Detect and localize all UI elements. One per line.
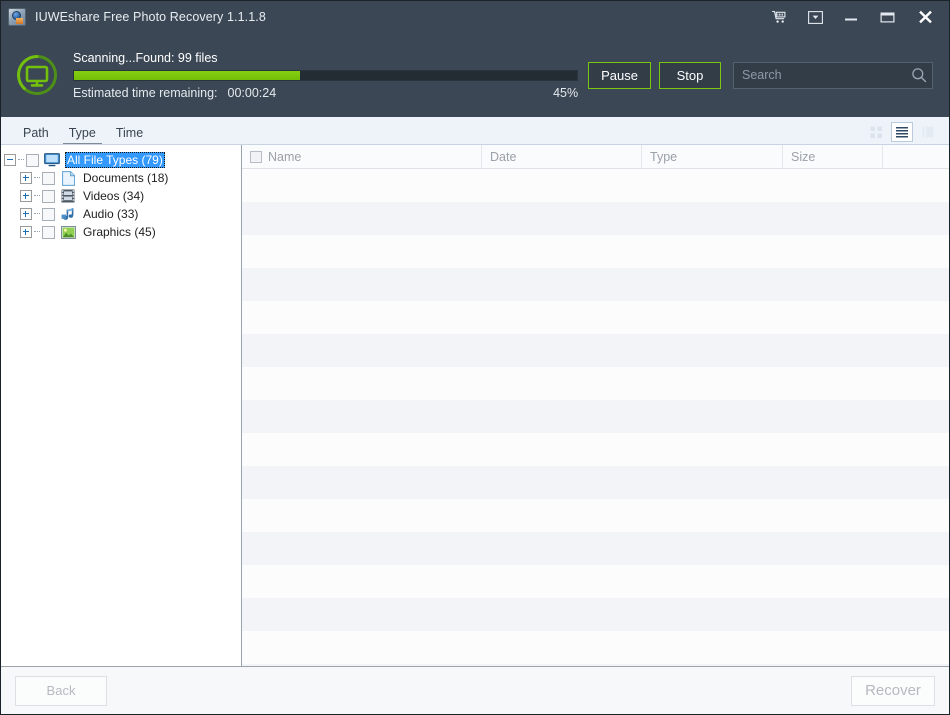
column-header-name-label: Name	[268, 149, 302, 164]
estimated-time-remaining: Estimated time remaining: 00:00:24	[73, 86, 276, 100]
window-controls	[761, 1, 949, 33]
scan-status-text: Scanning...Found: 99 files	[73, 50, 218, 65]
file-list-row[interactable]	[242, 301, 949, 334]
scanning-monitor-icon	[15, 53, 59, 97]
file-list-row[interactable]	[242, 367, 949, 400]
tab-type[interactable]: Type	[59, 126, 106, 144]
title-bar: IUWEshare Free Photo Recovery 1.1.1.8	[1, 1, 949, 33]
file-list-row[interactable]	[242, 334, 949, 367]
tree-item-audio[interactable]: Audio (33)	[1, 205, 241, 223]
tree-item-all-file-types[interactable]: All File Types (79)	[1, 151, 241, 169]
tree-connector	[18, 159, 24, 161]
file-list-row[interactable]	[242, 235, 949, 268]
column-header-name[interactable]: Name	[242, 145, 482, 168]
expand-expander-icon[interactable]	[20, 226, 32, 238]
file-list-body[interactable]	[242, 169, 949, 666]
tree-item-videos[interactable]: Videos (34)	[1, 187, 241, 205]
video-icon	[60, 189, 76, 204]
column-header-type[interactable]: Type	[642, 145, 783, 168]
file-list-row[interactable]	[242, 169, 949, 202]
application-window: IUWEshare Free Photo Recovery 1.1.1.8 Sc…	[0, 0, 950, 715]
footer-bar: Back Recover	[1, 666, 949, 714]
document-icon	[60, 170, 76, 186]
expand-expander-icon[interactable]	[20, 190, 32, 202]
file-list-row[interactable]	[242, 565, 949, 598]
thumbnail-view-icon[interactable]	[865, 122, 887, 142]
tree-item-graphics[interactable]: Graphics (45)	[1, 223, 241, 241]
column-header-filler	[883, 145, 949, 168]
tree-connector	[34, 231, 40, 233]
collapse-expander-icon[interactable]	[4, 154, 16, 166]
detail-view-icon[interactable]	[917, 122, 939, 142]
file-type-tree: All File Types (79) Documents (18) Video…	[1, 145, 242, 666]
graphics-icon	[60, 225, 76, 240]
computer-icon	[44, 153, 60, 168]
dropdown-box-icon[interactable]	[797, 1, 833, 33]
tab-path[interactable]: Path	[13, 126, 59, 144]
select-all-checkbox[interactable]	[250, 150, 262, 163]
tree-checkbox-audio[interactable]	[42, 207, 55, 221]
file-list-row[interactable]	[242, 598, 949, 631]
column-header-size[interactable]: Size	[783, 145, 883, 168]
file-list-row[interactable]	[242, 466, 949, 499]
view-tab-bar: Path Type Time	[1, 117, 949, 145]
tree-label-audio: Audio (33)	[83, 207, 139, 221]
scan-status-panel: Scanning...Found: 99 files Estimated tim…	[1, 33, 949, 117]
eta-label: Estimated time remaining:	[73, 85, 218, 100]
file-list-row[interactable]	[242, 433, 949, 466]
search-input[interactable]	[734, 62, 906, 88]
stop-button[interactable]: Stop	[659, 61, 721, 89]
file-list-row[interactable]	[242, 532, 949, 565]
file-list-panel: Name Date Type Size	[242, 145, 949, 666]
file-list-row[interactable]	[242, 499, 949, 532]
maximize-icon[interactable]	[869, 1, 905, 33]
file-list-header: Name Date Type Size	[242, 145, 949, 169]
search-icon[interactable]	[906, 63, 932, 88]
search-box[interactable]	[733, 61, 933, 89]
tree-item-documents[interactable]: Documents (18)	[1, 169, 241, 187]
file-list-row[interactable]	[242, 664, 949, 666]
view-mode-buttons	[865, 122, 949, 144]
cart-icon[interactable]	[761, 1, 797, 33]
minimize-icon[interactable]	[833, 1, 869, 33]
tree-connector	[34, 213, 40, 215]
file-list-row[interactable]	[242, 202, 949, 235]
tree-connector	[34, 195, 40, 197]
file-list-row[interactable]	[242, 268, 949, 301]
tree-connector	[34, 177, 40, 179]
recover-button[interactable]: Recover	[851, 675, 935, 706]
scan-info: Scanning...Found: 99 files Estimated tim…	[73, 50, 579, 100]
close-icon[interactable]	[905, 1, 945, 33]
scan-percent-label: 45%	[553, 85, 579, 100]
tree-label-documents: Documents (18)	[83, 171, 169, 185]
pause-button[interactable]: Pause	[588, 61, 651, 89]
expand-expander-icon[interactable]	[20, 208, 32, 220]
tree-checkbox-videos[interactable]	[42, 189, 55, 203]
scan-progress-bar	[73, 69, 579, 81]
tab-time[interactable]: Time	[106, 126, 153, 144]
column-header-date[interactable]: Date	[482, 145, 642, 168]
tree-label-graphics: Graphics (45)	[83, 225, 156, 239]
file-list-row[interactable]	[242, 631, 949, 664]
scan-progress-fill	[74, 70, 301, 80]
tree-label-videos: Videos (34)	[83, 189, 145, 203]
main-content: All File Types (79) Documents (18) Video…	[1, 145, 949, 666]
back-button[interactable]: Back	[15, 675, 107, 706]
scan-sub-row: Estimated time remaining: 00:00:24 45%	[73, 86, 578, 100]
scan-action-buttons: Pause Stop	[588, 61, 721, 89]
window-title: IUWEshare Free Photo Recovery 1.1.1.8	[35, 10, 266, 24]
tree-checkbox-all-file-types[interactable]	[26, 153, 39, 167]
audio-icon	[60, 207, 76, 222]
app-logo-icon	[8, 8, 26, 26]
tree-checkbox-graphics[interactable]	[42, 225, 55, 239]
expand-expander-icon[interactable]	[20, 172, 32, 184]
tree-label-all-file-types: All File Types (79)	[65, 152, 165, 168]
eta-value: 00:00:24	[227, 85, 277, 100]
list-view-icon[interactable]	[891, 122, 913, 142]
file-list-row[interactable]	[242, 400, 949, 433]
tree-checkbox-documents[interactable]	[42, 171, 55, 185]
